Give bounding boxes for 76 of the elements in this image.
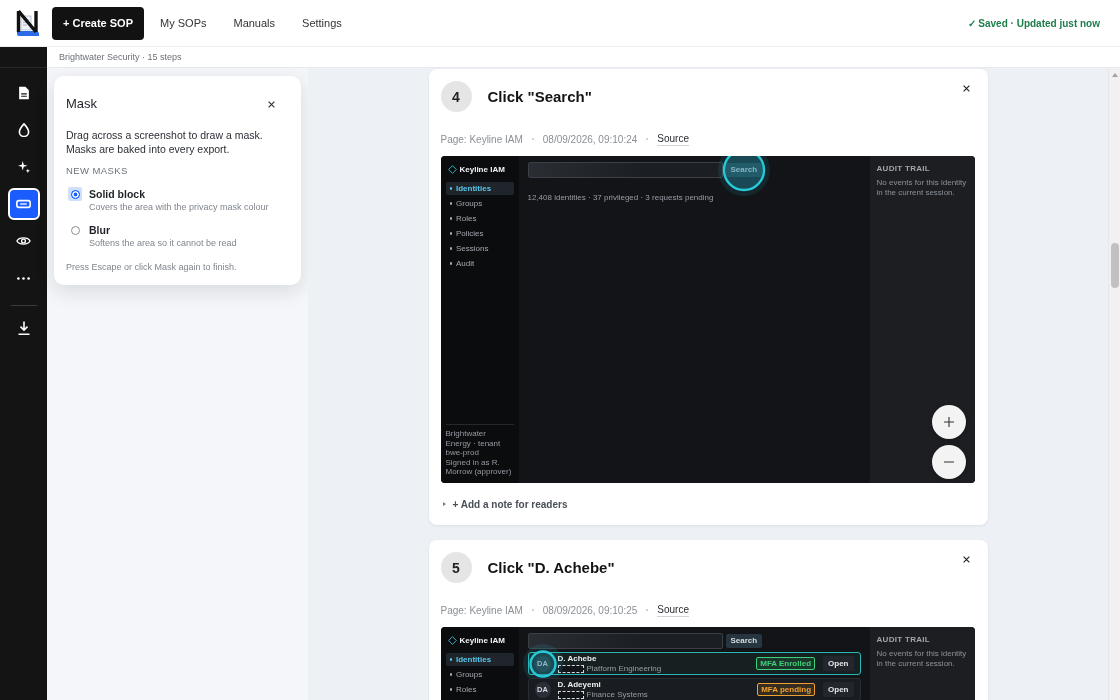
document-icon [17,86,30,100]
panel-title: Mask [66,96,98,112]
section-label: NEW MASKS [66,165,129,177]
download-icon [17,321,30,335]
scrollbar-thumb[interactable] [1110,243,1119,288]
status-badge: MFA pending [757,683,816,696]
add-note-button[interactable]: + Add a note for readers [452,498,568,510]
app-nav-item: Groups [445,668,514,681]
summary-text: 12,408 identities · 37 privileged · 3 requests pending [527,193,715,202]
diamond-icon [447,635,457,645]
create-sop-button[interactable]: + Create SOP [52,6,144,40]
bullet-icon [449,247,452,250]
timestamp: 08/09/2026, 09:10:25 [542,604,638,616]
bullet-icon [449,688,452,691]
breadcrumb: Brightwater Security · 15 steps [59,52,182,62]
identity-name: D. Achebe [557,654,598,663]
drop-icon [17,123,30,137]
tool-button[interactable] [7,188,40,220]
step-number: 4 [440,81,472,112]
nav-link[interactable]: My SOPs [160,17,207,29]
rectangle-icon [16,199,31,209]
app-nav-item: Groups [445,197,514,210]
save-status: ✓ Saved · Updated just now [967,17,1100,29]
close-icon [963,555,970,563]
identity-name: D. Adeyemi [557,680,602,689]
app-nav-item: Audit [445,257,514,270]
app-nav-item: Policies [445,227,514,240]
team-name: Platform Engineering [586,664,662,673]
diamond-icon [447,164,457,174]
page-label: Page: Keyline IAM [440,133,523,145]
plus-icon [943,417,954,427]
bullet-icon [449,262,452,265]
footer-text: Signed in as R. Morrow (approver) [445,457,513,477]
panel-hint: Press Escape or click Mask again to finish. [66,261,238,273]
caret-icon[interactable] [442,502,446,506]
sparkle-icon [17,160,30,174]
panel-text: No events for this identity in the current session. [876,178,968,199]
option-label: Solid block [89,187,146,201]
status-badge: MFA Enrolled [756,657,816,670]
timestamp: 08/09/2026, 09:10:24 [542,133,638,145]
source-link[interactable]: Source [657,603,689,617]
footer-text: Brightwater Energy · tenant bwe-prod [445,429,502,458]
app-nav-item: Roles [445,683,514,696]
source-link[interactable]: Source [657,132,689,146]
app-nav-item: Roles [445,212,514,225]
bullet-icon [449,673,452,676]
panel-title: AUDIT TRAIL [876,164,931,173]
bullet-icon [449,232,452,235]
logo-icon[interactable] [15,9,40,37]
step-title: Click "D. Achebe" [487,559,615,576]
option-label: Blur [89,223,111,237]
eye-icon [16,236,31,246]
step-number: 5 [440,552,472,583]
close-icon [267,100,275,108]
radio-button[interactable] [68,187,82,201]
scrollbar[interactable] [1108,68,1120,700]
step-title: Click "Search" [487,88,592,105]
nav-link[interactable]: Manuals [233,17,276,29]
panel-text: No events for this identity in the current session. [876,649,968,670]
bullet-icon [449,187,452,190]
panel-title: AUDIT TRAIL [876,635,931,644]
option-description: Softens the area so it cannot be read [89,237,238,249]
team-name: Finance Systems [586,690,648,699]
bullet-icon [449,217,452,220]
more-icon [17,276,30,280]
minus-icon [943,461,954,463]
option-description: Covers the area with the privacy mask colour [89,201,270,213]
app-name: Keyline IAM [459,164,505,174]
page-label: Page: Keyline IAM [440,604,523,616]
bullet-icon [449,202,452,205]
app-name: Keyline IAM [459,635,505,645]
panel-description: Drag across a screenshot to draw a mask. Masks are baked into every export. [66,128,264,156]
nav-link[interactable]: Settings [302,17,342,29]
bullet-icon [449,658,452,661]
app-nav-item: Sessions [445,242,514,255]
close-icon [963,84,970,92]
